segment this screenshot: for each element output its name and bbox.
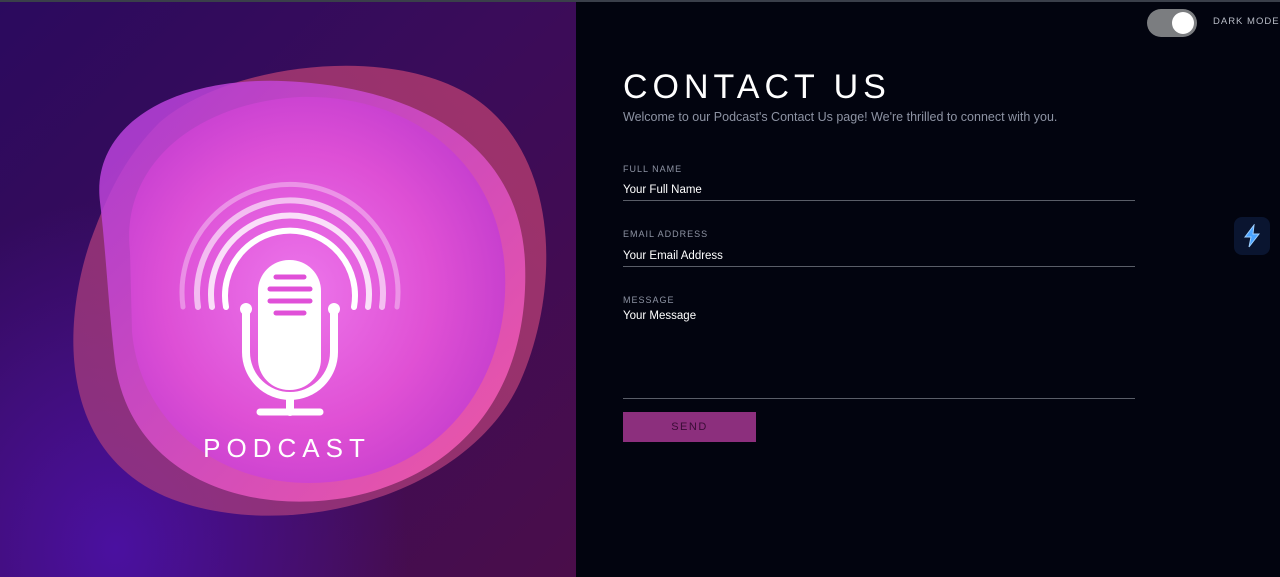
dark-mode-label: DARK MODE	[1213, 16, 1280, 27]
message-textarea[interactable]	[623, 310, 1135, 399]
toggle-knob	[1172, 12, 1194, 34]
podcast-logo-text: PODCAST	[203, 433, 371, 463]
side-widget-button[interactable]	[1234, 217, 1270, 255]
send-button[interactable]: SEND	[623, 412, 756, 442]
email-label: EMAIL ADDRESS	[623, 229, 709, 239]
full-name-label: FULL NAME	[623, 164, 683, 174]
page-title: CONTACT US	[623, 68, 891, 106]
bolt-icon	[1244, 224, 1261, 248]
page-subtitle: Welcome to our Podcast's Contact Us page…	[623, 110, 1058, 124]
full-name-input[interactable]	[623, 180, 1135, 201]
dark-mode-toggle[interactable]	[1147, 9, 1197, 37]
message-label: MESSAGE	[623, 295, 675, 305]
email-input[interactable]	[623, 245, 1135, 267]
hero-image: PODCAST	[0, 2, 576, 577]
podcast-logo-artwork: PODCAST	[73, 65, 547, 516]
